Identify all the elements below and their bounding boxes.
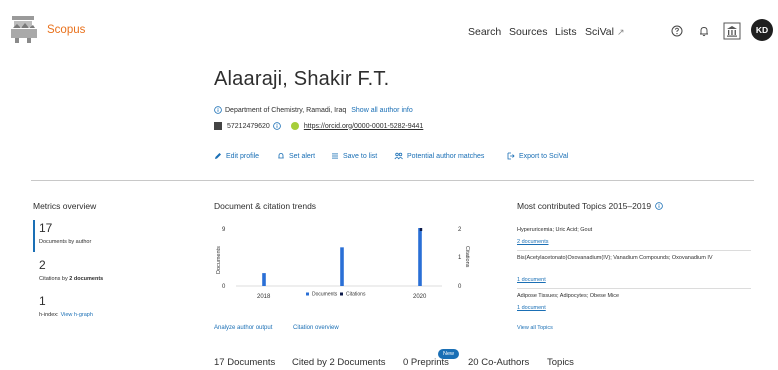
documents-count: 17 [39,221,53,235]
bar-documents-2019 [340,247,344,286]
help-icon[interactable] [667,21,687,41]
x-tick-label-2018: 2018 [257,294,271,300]
save-to-list-button[interactable]: Save to list [331,152,377,160]
nav-scival-label: SciVal [585,26,614,38]
author-name: Alaaraji, Shakir F.T. [214,68,390,90]
citations-documents-link[interactable]: 2 documents [69,276,103,282]
section-divider [31,180,754,181]
author-affiliation: Department of Chemistry, Ramadi, Iraq Sh… [214,106,413,114]
topic-docs-link[interactable]: 1 document [517,305,546,311]
citations-label: Citations by 2 documents [39,276,103,282]
legend-swatch-citations [340,292,343,296]
author-id: 57212479620 [227,122,270,130]
document-citation-chart: 9 0 Documents 2 1 0 Citations 2018 2020 Documents… [214,218,474,304]
edit-profile-label: Edit profile [226,152,260,160]
author-id-icon [214,122,222,130]
citations-label-prefix: Citations by [39,276,68,282]
view-h-graph-link[interactable]: View h-graph [61,312,93,318]
bell-outline-icon [278,153,284,159]
bar-citations-2020 [419,228,423,231]
legend-label-documents: Documents [312,292,338,298]
export-icon [507,152,515,160]
potential-author-matches-button[interactable]: Potential author matches [394,152,484,160]
people-icon [394,152,403,160]
legend-swatch-documents [306,292,309,296]
documents-label: Documents by author [39,239,92,245]
affiliation-text: Department of Chemistry, Ramadi, Iraq [225,106,347,114]
y-tick-label: 9 [222,227,226,233]
export-to-scival-button[interactable]: Export to SciVal [507,152,568,160]
nav-search[interactable]: Search [468,26,501,38]
hindex-value: 1 [39,294,46,308]
topic-name[interactable]: Bis(Acetylacetonato)Oxovanadium(IV); Van… [517,254,762,263]
nav-scival[interactable]: SciVal ↗ [585,26,625,38]
show-all-author-info-link[interactable]: Show all author info [351,107,412,114]
tab-co-authors[interactable]: 20 Co-Authors [468,357,529,368]
y2-tick-label: 0 [458,284,462,290]
analyze-author-output-link[interactable]: Analyze author output [214,325,272,331]
author-identifiers: 57212479620 https://orcid.org/0000-0001-… [214,122,423,130]
nav-lists[interactable]: Lists [555,26,577,38]
topic-separator [517,250,751,251]
trends-title: Document & citation trends [214,201,317,211]
citations-count: 2 [39,258,46,272]
new-badge: New [438,349,459,359]
y-tick-label: 0 [222,284,226,290]
hindex-label-text: h-index: [39,312,59,318]
tab-cited-by[interactable]: Cited by 2 Documents [292,357,385,368]
bar-documents-2018 [262,273,266,286]
potential-author-matches-label: Potential author matches [407,152,485,160]
metrics-overview-title: Metrics overview [33,201,97,211]
trend-chart-svg: 9 0 Documents 2 1 0 Citations 2018 2020 Documents… [216,227,470,300]
x-tick-label-2020: 2020 [413,294,427,300]
elsevier-logo-icon[interactable] [9,14,39,44]
set-alert-label: Set alert [289,152,316,160]
metric-highlight-bar [33,220,35,252]
y2-tick-label: 2 [458,227,462,233]
bell-icon[interactable] [694,21,714,41]
topic-docs-link[interactable]: 1 document [517,277,546,283]
top-navigation-bar: Scopus Search Sources Lists SciVal ↗ KD [0,0,778,58]
orcid-icon [290,122,299,130]
set-alert-button[interactable]: Set alert [277,152,315,160]
topic-separator [517,288,751,289]
topic-docs-link[interactable]: 2 documents [517,239,549,245]
save-to-list-label: Save to list [343,152,378,160]
bar-documents-2020 [418,228,422,286]
topic-name[interactable]: Adipose Tissues; Adipocytes; Obese Mice [517,292,762,301]
pencil-icon [215,153,221,159]
legend-label-citations: Citations [346,292,366,298]
hindex-label: h-index: View h-graph [39,312,93,318]
topics-title: Most contributed Topics 2015–2019 [517,201,664,211]
y2-tick-label: 1 [458,255,462,261]
tab-documents[interactable]: 17 Documents [214,357,275,368]
author-id-info-icon[interactable] [273,122,281,130]
topic-name[interactable]: Hyperuricemia; Uric Acid; Gout [517,226,762,235]
scopus-brand[interactable]: Scopus [47,24,85,36]
view-all-topics-link[interactable]: View all Topics [517,325,553,331]
topics-title-text: Most contributed Topics 2015–2019 [517,201,652,211]
info-icon [214,106,222,114]
list-icon [332,153,338,159]
export-to-scival-label: Export to SciVal [519,152,569,160]
external-link-icon: ↗ [616,27,625,37]
edit-profile-button[interactable]: Edit profile [214,152,259,160]
nav-sources[interactable]: Sources [509,26,548,38]
institution-icon[interactable] [722,21,742,41]
topics-info-icon[interactable] [655,202,664,210]
tab-topics[interactable]: Topics [547,357,574,368]
y2-axis-label-citations: Citations [464,246,470,268]
user-avatar[interactable]: KD [751,19,773,41]
citation-overview-link[interactable]: Citation overview [293,325,339,331]
y-axis-label-documents: Documents [216,246,222,274]
orcid-link[interactable]: https://orcid.org/0000-0001-5282-9441 [304,123,423,130]
